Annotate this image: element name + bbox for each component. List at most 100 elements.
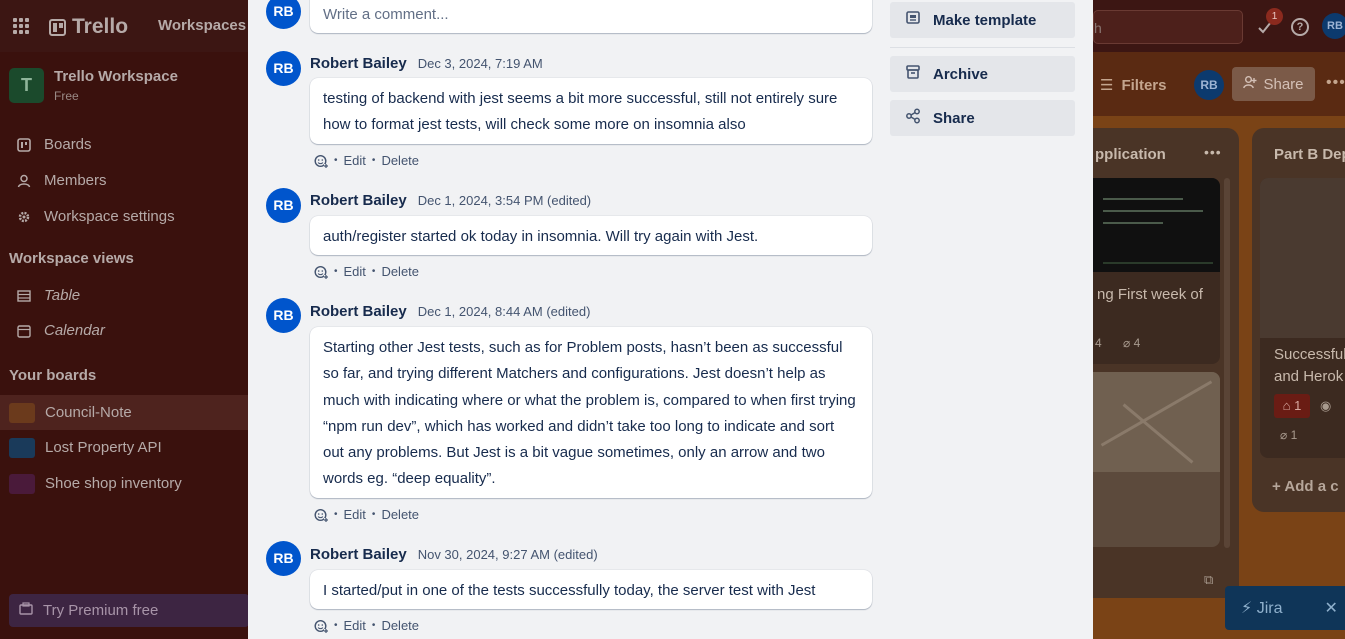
premium-icon bbox=[19, 601, 33, 620]
list-scrollbar[interactable] bbox=[1224, 178, 1230, 548]
card-cover-image bbox=[1093, 178, 1220, 272]
comment-author: Robert Bailey bbox=[310, 546, 407, 563]
make-template-button[interactable]: Make template bbox=[890, 2, 1075, 38]
separator: • bbox=[334, 266, 338, 277]
sidebar-item-boards[interactable]: Boards bbox=[16, 136, 92, 153]
premium-label: Try Premium free bbox=[43, 602, 159, 619]
comment-author: Robert Bailey bbox=[310, 303, 407, 320]
edit-comment-link[interactable]: Edit bbox=[344, 264, 366, 279]
attachment-icon: ⌀ bbox=[1280, 428, 1288, 442]
gear-icon bbox=[16, 209, 32, 225]
comment-timestamp[interactable]: Dec 3, 2024, 7:19 AM bbox=[418, 56, 543, 71]
comment-actions: • Edit • Delete bbox=[314, 507, 419, 522]
jira-banner[interactable]: ⚡ Jira ✕ bbox=[1225, 586, 1345, 630]
share-icon bbox=[905, 108, 921, 128]
your-boards-header: Your boards bbox=[9, 367, 97, 384]
comment-header: Robert Bailey Dec 3, 2024, 7:19 AM bbox=[310, 55, 543, 72]
workspace-header[interactable]: T Trello Workspace Free bbox=[9, 68, 178, 103]
boards-icon bbox=[16, 137, 32, 153]
app-switcher-icon[interactable] bbox=[13, 18, 29, 34]
sidebar-item-label: Calendar bbox=[44, 322, 105, 339]
list-title[interactable]: Part B Dep bbox=[1274, 146, 1345, 163]
comment-body: testing of backend with jest seems a bit… bbox=[310, 78, 872, 144]
sidebar-item-label: Boards bbox=[44, 136, 92, 153]
comment-timestamp[interactable]: Nov 30, 2024, 9:27 AM (edited) bbox=[418, 547, 598, 562]
sidebar-item-table[interactable]: Table bbox=[16, 287, 80, 304]
avatar: RB bbox=[266, 188, 301, 223]
sidebar-item-workspace-settings[interactable]: Workspace settings bbox=[16, 208, 175, 225]
share-label: Share bbox=[933, 109, 975, 127]
card-attachment-count: ⌀ 1 bbox=[1280, 428, 1298, 442]
notification-badge: 1 bbox=[1266, 8, 1283, 25]
calendar-icon bbox=[16, 323, 32, 339]
comment-body: I started/put in one of the tests succes… bbox=[310, 570, 872, 609]
sidebar-item-label: Members bbox=[44, 172, 107, 189]
sidebar-item-calendar[interactable]: Calendar bbox=[16, 322, 105, 339]
delete-comment-link[interactable]: Delete bbox=[381, 264, 419, 279]
add-reaction-icon[interactable] bbox=[314, 265, 328, 279]
jira-icon: ⚡ bbox=[1241, 600, 1253, 617]
separator: • bbox=[334, 509, 338, 520]
close-icon[interactable]: ✕ bbox=[1324, 598, 1337, 618]
share-button[interactable]: Share bbox=[890, 100, 1075, 136]
sidebar-board-shoe-shop-inventory[interactable]: Shoe shop inventory bbox=[0, 466, 248, 501]
separator: • bbox=[371, 509, 376, 520]
try-premium-button[interactable]: Try Premium free bbox=[9, 594, 249, 627]
card-detail-modal: RB Write a comment... RB Robert Bailey D… bbox=[248, 0, 1093, 639]
account-avatar[interactable]: RB bbox=[1322, 13, 1345, 39]
card-badges: 4 ⌀ 4 bbox=[1095, 336, 1141, 350]
separator: • bbox=[371, 620, 376, 631]
list-more-icon[interactable]: ••• bbox=[1204, 144, 1222, 160]
sidebar-item-members[interactable]: Members bbox=[16, 172, 107, 189]
card-template-icon[interactable]: ⧉ bbox=[1204, 572, 1213, 588]
add-reaction-icon[interactable] bbox=[314, 154, 328, 168]
board-label: Shoe shop inventory bbox=[45, 475, 182, 492]
trello-mark-icon bbox=[49, 18, 66, 36]
archive-icon bbox=[905, 64, 921, 84]
trello-logo[interactable]: Trello bbox=[49, 15, 128, 39]
board-member-avatar[interactable]: RB bbox=[1194, 70, 1224, 100]
attachment-icon: ⌀ bbox=[1123, 336, 1131, 350]
sidebar-board-council-note[interactable]: Council-Note bbox=[0, 395, 248, 430]
logo-text: Trello bbox=[72, 15, 129, 38]
board-more-icon[interactable]: ••• bbox=[1326, 74, 1345, 92]
sidebar-item-label: Workspace settings bbox=[44, 208, 175, 225]
search-input[interactable]: h bbox=[1093, 10, 1243, 44]
delete-comment-link[interactable]: Delete bbox=[381, 153, 419, 168]
edit-comment-link[interactable]: Edit bbox=[344, 153, 366, 168]
divider bbox=[890, 47, 1075, 48]
comment-actions: • Edit • Delete bbox=[314, 153, 419, 168]
edit-comment-link[interactable]: Edit bbox=[344, 507, 366, 522]
delete-comment-link[interactable]: Delete bbox=[381, 507, 419, 522]
board-label: Council-Note bbox=[45, 404, 132, 421]
new-comment-input[interactable]: Write a comment... bbox=[310, 0, 872, 33]
add-card-button[interactable]: + Add a c bbox=[1272, 478, 1339, 495]
filter-icon: ☰ bbox=[1100, 77, 1114, 94]
archive-button[interactable]: Archive bbox=[890, 56, 1075, 92]
separator: • bbox=[334, 155, 338, 166]
jira-label: ⚡ Jira bbox=[1241, 600, 1283, 617]
help-icon[interactable]: ? bbox=[1291, 18, 1309, 36]
avatar: RB bbox=[266, 541, 301, 576]
add-reaction-icon[interactable] bbox=[314, 619, 328, 633]
comment-timestamp[interactable]: Dec 1, 2024, 3:54 PM (edited) bbox=[418, 193, 591, 208]
card-label-badge: ⌂ 1 bbox=[1274, 394, 1310, 418]
workspaces-menu[interactable]: Workspaces bbox=[158, 17, 246, 34]
card-map-image bbox=[1093, 372, 1220, 472]
board-share-button[interactable]: Share bbox=[1232, 67, 1315, 101]
board-card[interactable]: Successful and Herok ⌂ 1 ◉ ⌀ 1 bbox=[1260, 178, 1345, 458]
comment-timestamp[interactable]: Dec 1, 2024, 8:44 AM (edited) bbox=[418, 304, 591, 319]
add-reaction-icon[interactable] bbox=[314, 508, 328, 522]
edit-comment-link[interactable]: Edit bbox=[344, 618, 366, 633]
avatar: RB bbox=[266, 0, 301, 29]
delete-comment-link[interactable]: Delete bbox=[381, 618, 419, 633]
board-card[interactable]: ng First week of 4 ⌀ 4 bbox=[1093, 178, 1220, 364]
comment-header: Robert Bailey Nov 30, 2024, 9:27 AM (edi… bbox=[310, 546, 598, 563]
archive-label: Archive bbox=[933, 65, 989, 83]
comment-header: Robert Bailey Dec 1, 2024, 3:54 PM (edit… bbox=[310, 192, 591, 209]
board-card[interactable] bbox=[1093, 372, 1220, 547]
sidebar-board-lost-property-api[interactable]: Lost Property API bbox=[0, 430, 248, 465]
card-title: ng First week of bbox=[1097, 286, 1203, 303]
filters-button[interactable]: ☰ Filters bbox=[1100, 76, 1166, 94]
card-cover-image bbox=[1260, 178, 1345, 338]
